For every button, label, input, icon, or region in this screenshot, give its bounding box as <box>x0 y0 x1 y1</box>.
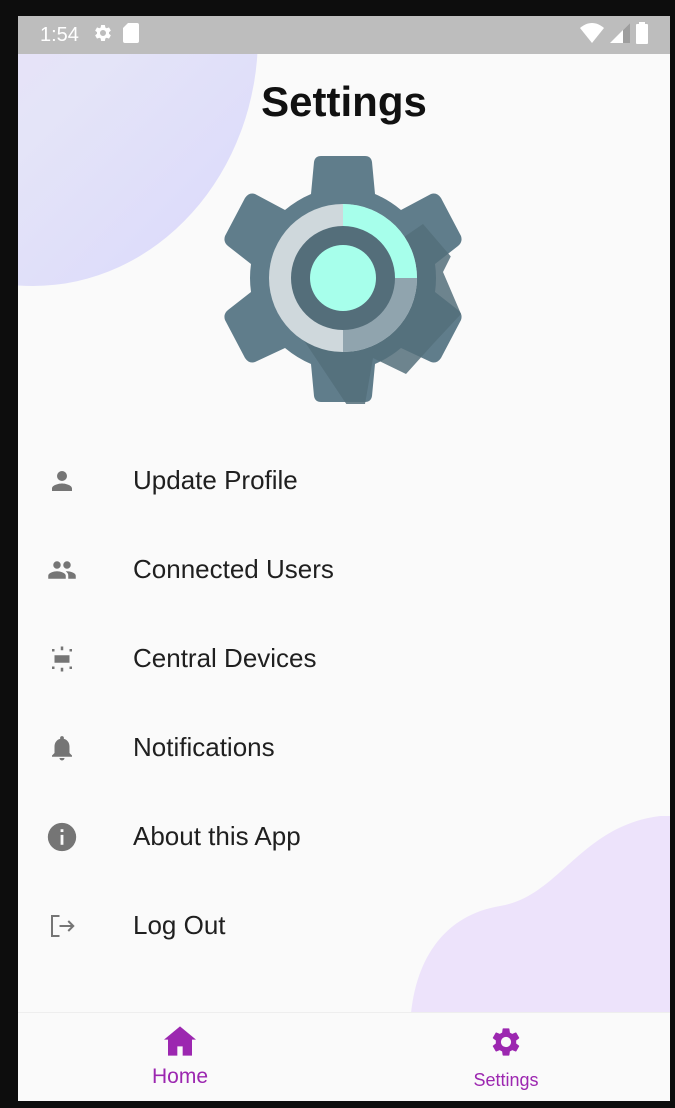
nav-settings-label: Settings <box>473 1069 539 1090</box>
people-icon <box>40 548 84 592</box>
menu-item-about-app[interactable]: About this App <box>18 792 670 881</box>
home-icon <box>164 1026 196 1061</box>
gear-icon <box>93 23 113 48</box>
menu-item-label: About this App <box>133 821 301 851</box>
bell-icon <box>40 726 84 770</box>
menu-item-update-profile[interactable]: Update Profile <box>18 436 670 525</box>
nav-home-label: Home <box>151 1065 209 1088</box>
nav-home[interactable]: Home <box>80 1013 280 1101</box>
menu-item-label: Central Devices <box>133 643 317 673</box>
gear-icon <box>489 1025 523 1064</box>
decorative-blob-top <box>18 16 258 286</box>
page-title: Settings <box>261 78 427 125</box>
device-hub-icon <box>40 637 84 681</box>
person-icon <box>40 459 84 503</box>
menu-item-label: Notifications <box>133 732 275 762</box>
menu-item-central-devices[interactable]: Central Devices <box>18 614 670 703</box>
bottom-navigation: Home Settings <box>18 1012 670 1101</box>
phone-screen: 1:54 Settings Update Profile Connected U… <box>18 16 670 1101</box>
menu-item-notifications[interactable]: Notifications <box>18 703 670 792</box>
logout-icon <box>40 904 84 948</box>
sd-card-icon <box>122 22 139 48</box>
menu-item-log-out[interactable]: Log Out <box>18 881 670 970</box>
battery-icon <box>636 21 648 49</box>
settings-gear-illustration <box>223 154 463 404</box>
menu-item-connected-users[interactable]: Connected Users <box>18 525 670 614</box>
menu-item-label: Update Profile <box>133 465 298 495</box>
menu-item-label: Log Out <box>133 910 226 940</box>
signal-icon <box>610 22 630 48</box>
wifi-icon <box>580 22 604 48</box>
status-bar: 1:54 <box>18 16 670 54</box>
status-time: 1:54 <box>40 23 79 46</box>
nav-settings[interactable]: Settings <box>406 1013 606 1101</box>
menu-item-label: Connected Users <box>133 554 334 584</box>
info-icon <box>40 815 84 859</box>
